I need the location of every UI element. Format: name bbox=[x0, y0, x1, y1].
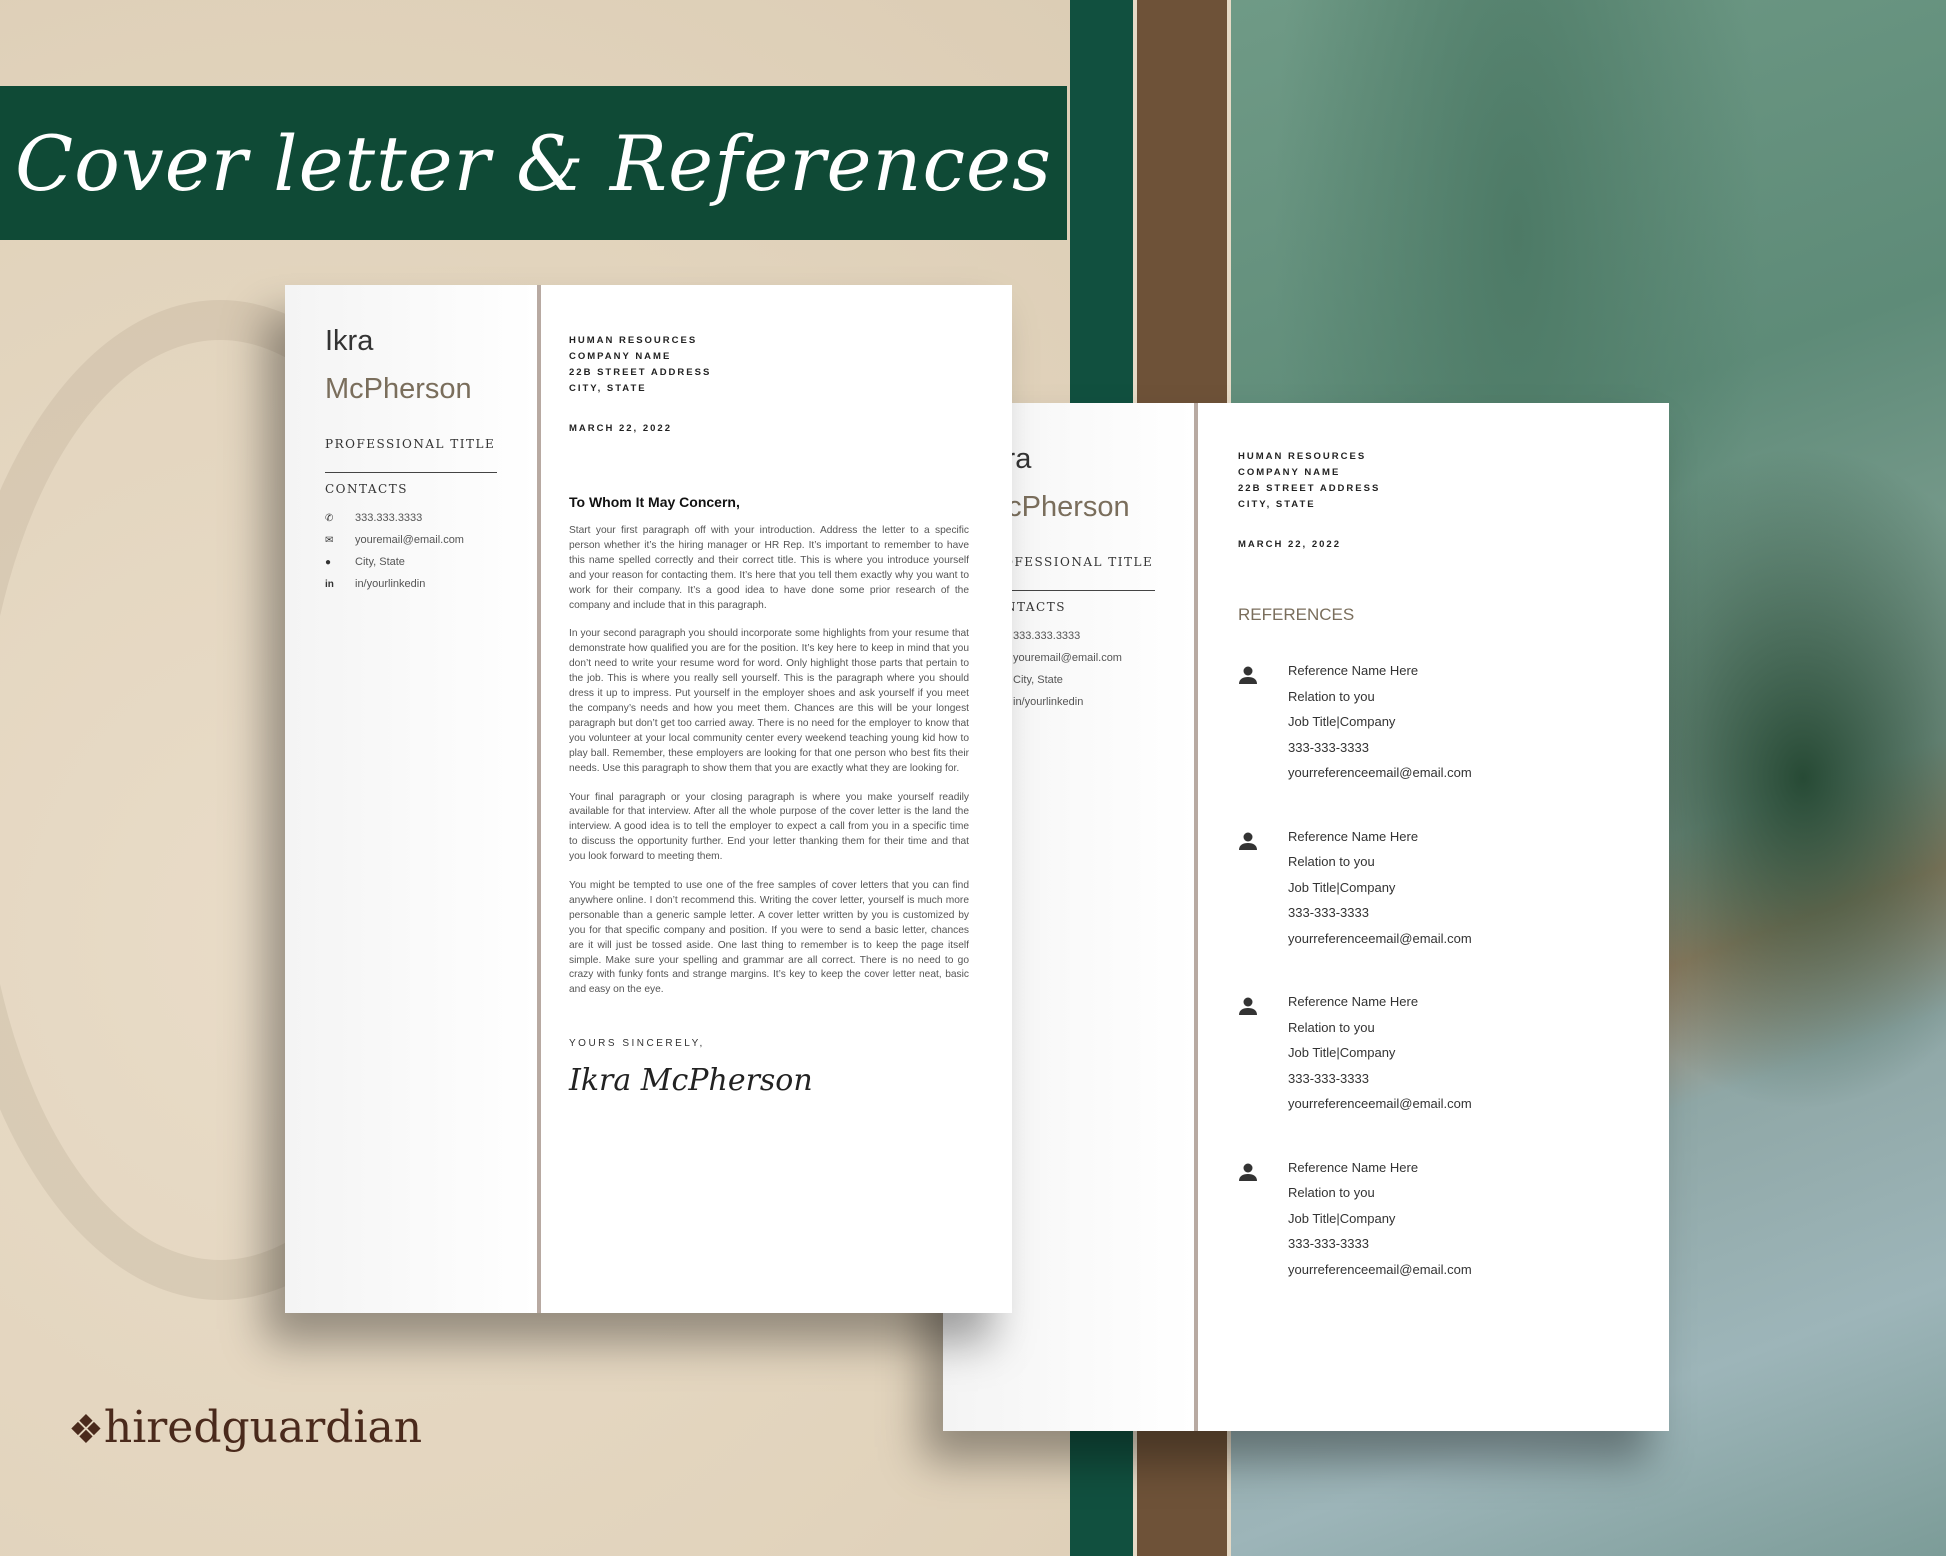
person-icon bbox=[1238, 663, 1288, 791]
first-name: Ikra bbox=[325, 325, 374, 357]
greeting: To Whom It May Concern, bbox=[569, 494, 740, 510]
professional-title: PROFESSIONAL TITLE bbox=[325, 437, 496, 451]
paragraph: In your second paragraph you should inco… bbox=[569, 628, 969, 774]
contact-value: 333.333.3333 bbox=[355, 512, 423, 524]
references-heading: REFERENCES bbox=[1238, 605, 1355, 624]
location-icon: ● bbox=[325, 556, 332, 568]
contact-value: in/yourlinkedin bbox=[355, 578, 426, 590]
person-icon bbox=[1238, 994, 1288, 1122]
letter-date: MARCH 22, 2022 bbox=[1238, 539, 1341, 550]
address-line: COMPANY NAME bbox=[569, 351, 672, 362]
address-line: HUMAN RESOURCES bbox=[1238, 451, 1367, 462]
mail-icon: ✉ bbox=[325, 534, 334, 546]
reference-email: yourreferenceemail@email.com bbox=[1288, 1096, 1472, 1111]
reference-job: Job Title|Company bbox=[1288, 1045, 1396, 1060]
person-icon bbox=[1238, 1160, 1288, 1288]
references-body: HUMAN RESOURCES COMPANY NAME 22B STREET … bbox=[1198, 403, 1669, 1431]
reference-name: Reference Name Here bbox=[1288, 663, 1419, 678]
contact-value: City, State bbox=[1013, 674, 1063, 686]
closing: YOURS SINCERELY, bbox=[569, 1038, 705, 1050]
person-icon bbox=[1238, 829, 1288, 957]
reference-relation: Relation to you bbox=[1288, 854, 1375, 869]
signature: Ikra McPherson bbox=[569, 1063, 813, 1099]
reference-relation: Relation to you bbox=[1288, 688, 1375, 704]
sidebar: Ikra McPherson PROFESSIONAL TITLE CONTAC… bbox=[285, 285, 537, 1313]
address-line: CITY, STATE bbox=[1238, 499, 1316, 510]
paragraph: You might be tempted to use one of the f… bbox=[569, 880, 969, 996]
address-line: 22B STREET ADDRESS bbox=[1238, 483, 1381, 494]
references-page: Ikra McPherson PROFESSIONAL TITLE CONTAC… bbox=[943, 403, 1669, 1431]
reference-email: yourreferenceemail@email.com bbox=[1288, 1261, 1472, 1277]
contact-location: ● City, State bbox=[325, 551, 464, 573]
contact-value: youremail@email.com bbox=[355, 534, 464, 546]
contact-value: City, State bbox=[355, 556, 405, 568]
letter-body: HUMAN RESOURCES COMPANY NAME 22B STREET … bbox=[541, 285, 1012, 1313]
reference-phone: 333-333-3333 bbox=[1288, 739, 1369, 755]
cover-letter-page: Ikra McPherson PROFESSIONAL TITLE CONTAC… bbox=[285, 285, 1012, 1313]
paragraph: Your final paragraph or your closing par… bbox=[569, 791, 969, 863]
reference-name: Reference Name Here bbox=[1288, 828, 1419, 844]
reference-relation: Relation to you bbox=[1288, 1019, 1375, 1035]
phone-icon: ✆ bbox=[325, 512, 334, 524]
reference-phone: 333-333-3333 bbox=[1288, 905, 1369, 920]
contacts-heading: CONTACTS bbox=[325, 482, 408, 496]
reference-item: Reference Name Here Relation to you Job Ti… bbox=[1238, 1160, 1626, 1288]
reference-relation: Relation to you bbox=[1288, 1185, 1375, 1200]
paragraph: Start your first paragraph off with your… bbox=[569, 525, 969, 611]
recipient-address: HUMAN RESOURCES COMPANY NAME 22B STREET … bbox=[1238, 449, 1626, 513]
title-banner: Cover letter & References bbox=[0, 86, 1067, 240]
divider bbox=[325, 472, 497, 473]
contact-value: 333.333.3333 bbox=[1013, 630, 1081, 642]
reference-job: Job Title|Company bbox=[1288, 714, 1396, 729]
contact-linkedin: in in/yourlinkedin bbox=[325, 573, 464, 595]
reference-phone: 333-333-3333 bbox=[1288, 1236, 1369, 1251]
letter-date: MARCH 22, 2022 bbox=[569, 423, 672, 434]
wing-icon: ❖ bbox=[68, 1408, 104, 1452]
last-name: McPherson bbox=[325, 373, 472, 405]
hiredguardian-logo: ❖ hiredguardian bbox=[68, 1402, 422, 1453]
contact-value: in/yourlinkedin bbox=[1013, 696, 1084, 708]
address-line: HUMAN RESOURCES bbox=[569, 335, 698, 346]
banner-title: Cover letter & References bbox=[14, 118, 1053, 208]
reference-email: yourreferenceemail@email.com bbox=[1288, 930, 1472, 946]
contacts-list: ✆ 333.333.3333 ✉ youremail@email.com ● City… bbox=[325, 507, 464, 595]
address-line: COMPANY NAME bbox=[1238, 467, 1341, 478]
recipient-address: HUMAN RESOURCES COMPANY NAME 22B STREET … bbox=[569, 333, 969, 397]
reference-name: Reference Name Here bbox=[1288, 994, 1419, 1009]
reference-item: Reference Name Here Relation to you Job Ti… bbox=[1238, 663, 1626, 791]
reference-item: Reference Name Here Relation to you Job Ti… bbox=[1238, 994, 1626, 1122]
linkedin-icon: in bbox=[325, 578, 334, 590]
reference-email: yourreferenceemail@email.com bbox=[1288, 765, 1472, 780]
address-line: 22B STREET ADDRESS bbox=[569, 367, 712, 378]
contact-phone: ✆ 333.333.3333 bbox=[325, 507, 464, 529]
contact-value: youremail@email.com bbox=[1013, 652, 1122, 664]
reference-job: Job Title|Company bbox=[1288, 1210, 1396, 1226]
reference-item: Reference Name Here Relation to you Job Ti… bbox=[1238, 829, 1626, 957]
contact-email: ✉ youremail@email.com bbox=[325, 529, 464, 551]
logo-text: hiredguardian bbox=[103, 1402, 423, 1453]
reference-job: Job Title|Company bbox=[1288, 879, 1396, 895]
reference-name: Reference Name Here bbox=[1288, 1159, 1419, 1175]
reference-phone: 333-333-3333 bbox=[1288, 1070, 1369, 1086]
address-line: CITY, STATE bbox=[569, 383, 647, 394]
